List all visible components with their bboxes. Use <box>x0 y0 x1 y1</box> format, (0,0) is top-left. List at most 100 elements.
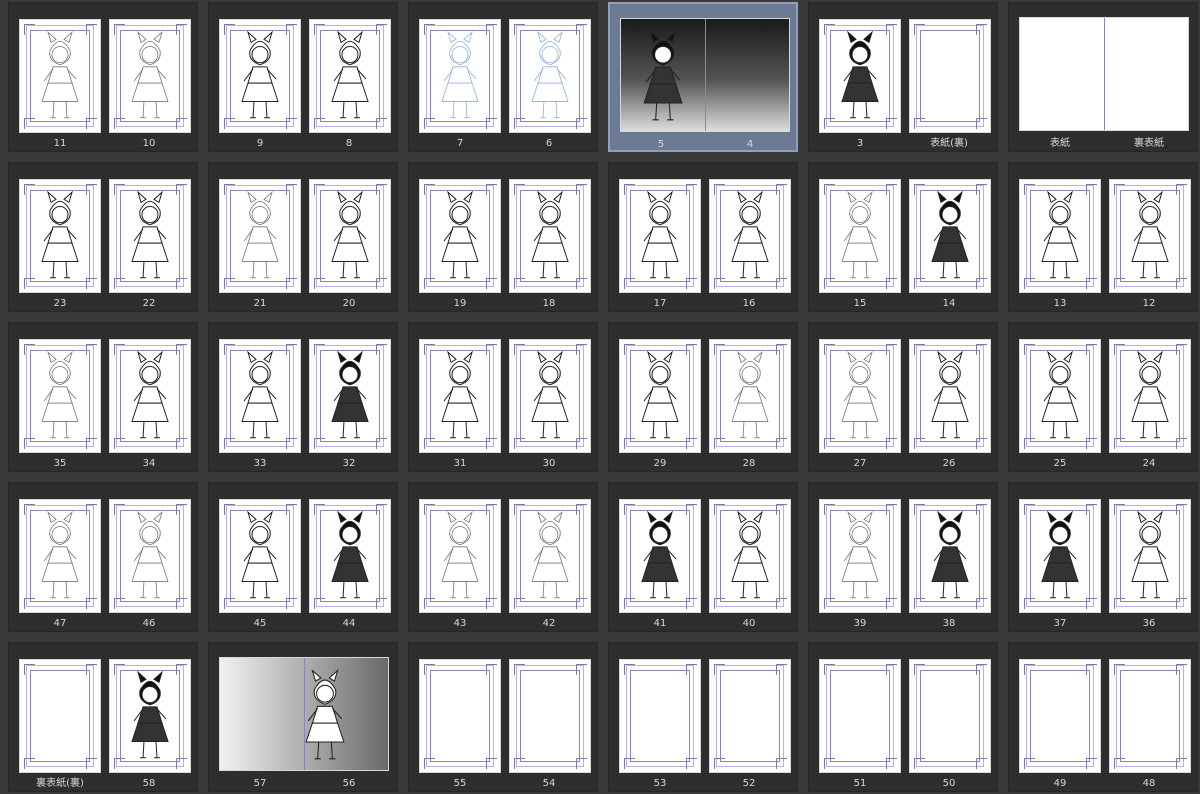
two-page-spread[interactable] <box>620 18 790 132</box>
two-page-spread[interactable] <box>1019 17 1189 131</box>
page-thumbnail[interactable] <box>219 499 301 613</box>
page-thumbnail[interactable] <box>1109 179 1191 293</box>
page-thumbnail[interactable] <box>509 659 591 773</box>
page-thumbnail[interactable] <box>709 499 791 613</box>
crop-mark-icon <box>1114 664 1125 675</box>
crop-mark-icon <box>224 184 235 195</box>
page-thumbnail[interactable] <box>619 339 701 453</box>
page-thumbnail[interactable] <box>909 19 991 133</box>
page-thumbnail[interactable] <box>19 339 101 453</box>
page-thumbnail[interactable] <box>219 19 301 133</box>
spread-tile[interactable]: 45 44 <box>208 482 398 632</box>
page-thumbnail[interactable] <box>1109 499 1191 613</box>
crop-mark-icon <box>976 664 987 675</box>
spread-tile[interactable]: 49 48 <box>1008 642 1198 792</box>
spread-tile[interactable]: 13 12 <box>1008 162 1198 312</box>
spread-tile[interactable]: 43 42 <box>408 482 598 632</box>
page-thumbnail[interactable] <box>19 179 101 293</box>
page-thumbnail[interactable] <box>909 339 991 453</box>
page-thumbnail[interactable] <box>509 179 591 293</box>
spread-tile[interactable]: 98 <box>208 2 398 152</box>
spread-tile[interactable]: 23 22 <box>8 162 198 312</box>
page-thumbnail[interactable] <box>19 19 101 133</box>
spread-tile[interactable]: 55 54 <box>408 642 598 792</box>
page-thumbnail[interactable] <box>1109 659 1191 773</box>
spread-tile[interactable]: 37 36 <box>1008 482 1198 632</box>
two-page-spread[interactable] <box>219 657 389 771</box>
spread-tile[interactable]: 31 30 <box>408 322 598 472</box>
spread-tile[interactable]: 17 16 <box>608 162 798 312</box>
page-thumbnail[interactable] <box>509 339 591 453</box>
spread-tile[interactable]: 29 28 <box>608 322 798 472</box>
page-thumbnail[interactable] <box>419 659 501 773</box>
page-thumbnail[interactable] <box>109 19 191 133</box>
page-thumbnail[interactable] <box>509 19 591 133</box>
page-thumbnail[interactable] <box>109 339 191 453</box>
page-thumbnail[interactable] <box>219 339 301 453</box>
crop-mark-icon <box>176 438 187 449</box>
page-thumbnail[interactable] <box>309 179 391 293</box>
page-thumbnail[interactable] <box>619 659 701 773</box>
spread-tile[interactable]: 19 18 <box>408 162 598 312</box>
page-thumbnail[interactable] <box>419 499 501 613</box>
page-thumbnail[interactable] <box>419 339 501 453</box>
page-thumbnail[interactable] <box>909 659 991 773</box>
page-thumbnail[interactable] <box>709 339 791 453</box>
page-thumbnail[interactable] <box>19 499 101 613</box>
guide-frame <box>425 504 494 608</box>
page-thumbnail[interactable] <box>509 499 591 613</box>
spread-tile[interactable]: 表紙 裏表紙 <box>1008 2 1198 152</box>
page-thumbnail[interactable] <box>419 19 501 133</box>
spread-tile[interactable]: 51 50 <box>808 642 998 792</box>
page-thumbnail[interactable] <box>309 499 391 613</box>
page-thumbnail[interactable] <box>1019 339 1101 453</box>
page-thumbnail[interactable] <box>109 499 191 613</box>
spread-tile[interactable]: 39 38 <box>808 482 998 632</box>
page-thumbnail[interactable] <box>1019 179 1101 293</box>
page-thumbnail[interactable] <box>619 179 701 293</box>
spread-tile[interactable]: 57 56 <box>208 642 398 792</box>
spread-tile[interactable]: 76 <box>408 2 598 152</box>
page-thumbnail[interactable] <box>19 659 101 773</box>
page-thumbnail[interactable] <box>109 659 191 773</box>
spread-tile[interactable]: 35 34 <box>8 322 198 472</box>
crop-mark-icon <box>486 344 497 355</box>
page-thumbnail[interactable] <box>419 179 501 293</box>
spread-tile[interactable]: 3 表紙(裏) <box>808 2 998 152</box>
spread-tile[interactable]: 33 32 <box>208 322 398 472</box>
page-thumbnail[interactable] <box>219 179 301 293</box>
page-thumbnail[interactable] <box>819 339 901 453</box>
crop-mark-icon <box>686 438 697 449</box>
page-thumbnail[interactable] <box>309 339 391 453</box>
crop-mark-icon <box>314 278 325 289</box>
spread-tile[interactable]: 25 24 <box>1008 322 1198 472</box>
page-thumbnail[interactable] <box>819 499 901 613</box>
spread-tile[interactable]: 47 46 <box>8 482 198 632</box>
spread-tile[interactable]: 裏表紙(裏) 58 <box>8 642 198 792</box>
spread-tile[interactable]: 11 10 <box>8 2 198 152</box>
guide-frame <box>915 344 984 448</box>
page-thumbnail[interactable] <box>909 179 991 293</box>
page-number-label: 39 <box>853 618 867 629</box>
page-thumbnail[interactable] <box>309 19 391 133</box>
page-thumbnail[interactable] <box>1109 339 1191 453</box>
page-thumbnail[interactable] <box>109 179 191 293</box>
page-thumbnail[interactable] <box>709 179 791 293</box>
crop-mark-icon <box>1024 344 1035 355</box>
page-thumbnail[interactable] <box>909 499 991 613</box>
spread-tile[interactable]: 41 40 <box>608 482 798 632</box>
page-thumbnail[interactable] <box>1019 499 1101 613</box>
spread-tile[interactable]: 27 26 <box>808 322 998 472</box>
crop-mark-icon <box>686 598 697 609</box>
page-thumbnail[interactable] <box>819 19 901 133</box>
page-thumbnail[interactable] <box>1019 659 1101 773</box>
page-number-label: 15 <box>853 298 867 309</box>
spread-tile[interactable]: 53 52 <box>608 642 798 792</box>
spread-tile[interactable]: 54 <box>608 2 798 152</box>
spread-tile[interactable]: 15 14 <box>808 162 998 312</box>
spread-tile[interactable]: 21 20 <box>208 162 398 312</box>
page-thumbnail[interactable] <box>819 179 901 293</box>
page-thumbnail[interactable] <box>709 659 791 773</box>
page-thumbnail[interactable] <box>619 499 701 613</box>
page-thumbnail[interactable] <box>819 659 901 773</box>
